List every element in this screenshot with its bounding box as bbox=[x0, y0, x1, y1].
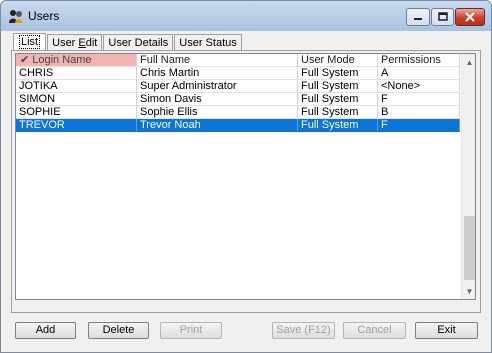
cell-permissions: F bbox=[378, 93, 460, 106]
title-bar[interactable]: Users bbox=[1, 1, 491, 31]
cell-login-name: SOPHIE bbox=[16, 106, 137, 119]
table-row[interactable]: JOTIKA Super Administrator Full System <… bbox=[16, 80, 460, 93]
cell-login-name: TREVOR bbox=[16, 119, 137, 132]
cell-user-mode: Full System bbox=[298, 67, 378, 80]
tab-user-details-label: User Details bbox=[108, 37, 169, 49]
chevron-down-icon: ▼ bbox=[465, 286, 474, 296]
cell-login-name: SIMON bbox=[16, 93, 137, 106]
cell-full-name: Trevor Noah bbox=[137, 119, 298, 132]
cell-permissions: F bbox=[378, 119, 460, 132]
cell-full-name: Super Administrator bbox=[137, 80, 298, 93]
cell-user-mode: Full System bbox=[298, 106, 378, 119]
cell-user-mode: Full System bbox=[298, 119, 378, 132]
print-button[interactable]: Print bbox=[160, 322, 222, 339]
cell-user-mode: Full System bbox=[298, 80, 378, 93]
cancel-button[interactable]: Cancel bbox=[343, 322, 406, 339]
column-header-login-name[interactable]: ✔ Login Name bbox=[16, 54, 137, 67]
tab-user-edit-label-prefix: User bbox=[52, 37, 79, 49]
users-grid[interactable]: ✔ Login Name Full Name User Mode Permissi… bbox=[15, 53, 476, 300]
cell-login-name: CHRIS bbox=[16, 67, 137, 80]
grid-header: ✔ Login Name Full Name User Mode Permissi… bbox=[16, 54, 460, 67]
scroll-down-button[interactable]: ▼ bbox=[462, 283, 475, 299]
column-header-full-name[interactable]: Full Name bbox=[137, 54, 298, 67]
scroll-up-button[interactable]: ▲ bbox=[462, 54, 475, 70]
exit-button[interactable]: Exit bbox=[415, 322, 478, 339]
cell-permissions: A bbox=[378, 67, 460, 80]
table-row-selected[interactable]: TREVOR Trevor Noah Full System F bbox=[16, 119, 460, 132]
tab-strip: List User Edit User Details User Status bbox=[13, 33, 243, 52]
close-button[interactable] bbox=[455, 8, 485, 26]
table-row[interactable]: CHRIS Chris Martin Full System A bbox=[16, 67, 460, 80]
tab-list-label: List bbox=[19, 35, 41, 49]
column-header-permissions[interactable]: Permissions bbox=[378, 54, 460, 67]
column-header-user-mode[interactable]: User Mode bbox=[298, 54, 378, 67]
cell-permissions: <None> bbox=[378, 80, 460, 93]
scrollbar-thumb[interactable] bbox=[464, 216, 475, 280]
column-header-login-name-label: Login Name bbox=[32, 54, 92, 66]
tab-user-details[interactable]: User Details bbox=[103, 34, 174, 51]
window-title: Users bbox=[28, 9, 60, 23]
cell-user-mode: Full System bbox=[298, 93, 378, 106]
cell-full-name: Simon Davis bbox=[137, 93, 298, 106]
table-row[interactable]: SIMON Simon Davis Full System F bbox=[16, 93, 460, 106]
add-button[interactable]: Add bbox=[15, 322, 76, 339]
minimize-button[interactable] bbox=[406, 8, 430, 26]
tab-user-status-label: User Status bbox=[179, 37, 237, 49]
users-window: Users List User Edit User Details User S… bbox=[0, 0, 492, 353]
close-icon bbox=[465, 12, 475, 22]
save-button[interactable]: Save (F12) bbox=[272, 322, 335, 339]
chevron-up-icon: ▲ bbox=[465, 57, 474, 67]
maximize-button[interactable] bbox=[431, 8, 454, 26]
tab-user-edit[interactable]: User Edit bbox=[47, 34, 103, 51]
delete-button[interactable]: Delete bbox=[88, 322, 149, 339]
tab-user-edit-accel: E bbox=[78, 37, 86, 49]
users-app-icon bbox=[9, 10, 23, 23]
maximize-icon bbox=[437, 12, 448, 21]
cell-login-name: JOTIKA bbox=[16, 80, 137, 93]
tab-user-edit-label-suffix: dit bbox=[85, 37, 98, 49]
sort-check-icon: ✔ bbox=[20, 54, 30, 66]
vertical-scrollbar[interactable]: ▲ ▼ bbox=[461, 54, 475, 299]
cell-permissions: B bbox=[378, 106, 460, 119]
minimize-icon bbox=[414, 18, 422, 20]
cell-full-name: Sophie Ellis bbox=[137, 106, 298, 119]
table-row[interactable]: SOPHIE Sophie Ellis Full System B bbox=[16, 106, 460, 119]
cell-full-name: Chris Martin bbox=[137, 67, 298, 80]
tab-user-status[interactable]: User Status bbox=[174, 34, 242, 51]
